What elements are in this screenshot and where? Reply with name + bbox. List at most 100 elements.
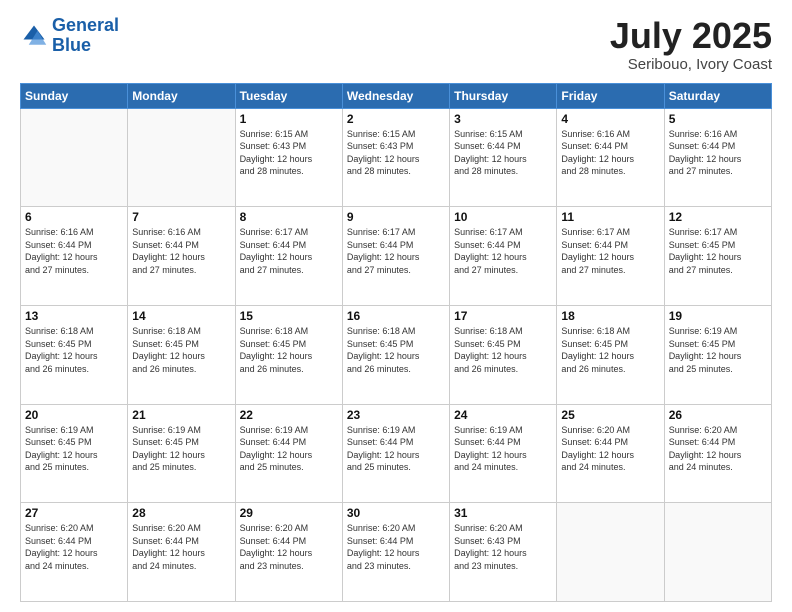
day-info: Sunrise: 6:17 AM Sunset: 6:44 PM Dayligh… [347,226,445,276]
calendar-header-monday: Monday [128,83,235,108]
calendar-cell: 26 Sunrise: 6:20 AM Sunset: 6:44 PM Dayli… [664,404,771,503]
calendar-header-friday: Friday [557,83,664,108]
day-info: Sunrise: 6:16 AM Sunset: 6:44 PM Dayligh… [25,226,123,276]
day-info: Sunrise: 6:16 AM Sunset: 6:44 PM Dayligh… [561,128,659,178]
calendar-header-wednesday: Wednesday [342,83,449,108]
calendar-cell: 9 Sunrise: 6:17 AM Sunset: 6:44 PM Daylig… [342,207,449,306]
calendar-cell: 23 Sunrise: 6:19 AM Sunset: 6:44 PM Dayli… [342,404,449,503]
calendar-cell: 22Sunrise: 6:19 AM Sunset: 6:44 PM Dayli… [235,404,342,503]
day-number: 13 [25,309,123,323]
day-number: 3 [454,112,552,126]
day-info: Sunrise: 6:17 AM Sunset: 6:44 PM Dayligh… [561,226,659,276]
calendar-week-row: 20Sunrise: 6:19 AM Sunset: 6:45 PM Dayli… [21,404,772,503]
calendar-cell: 24Sunrise: 6:19 AM Sunset: 6:44 PM Dayli… [450,404,557,503]
day-info: Sunrise: 6:18 AM Sunset: 6:45 PM Dayligh… [454,325,552,375]
calendar-cell: 29 Sunrise: 6:20 AM Sunset: 6:44 PM Dayli… [235,503,342,602]
day-number: 23 [347,408,445,422]
calendar-cell: 18 Sunrise: 6:18 AM Sunset: 6:45 PM Dayli… [557,305,664,404]
calendar-cell: 25 Sunrise: 6:20 AM Sunset: 6:44 PM Dayli… [557,404,664,503]
month-title: July 2025 [610,16,772,56]
day-number: 14 [132,309,230,323]
day-number: 25 [561,408,659,422]
logo-icon [20,22,48,50]
day-info: Sunrise: 6:19 AM Sunset: 6:44 PM Dayligh… [347,424,445,474]
day-number: 28 [132,506,230,520]
calendar-cell: 1 Sunrise: 6:15 AM Sunset: 6:43 PM Daylig… [235,108,342,207]
day-info: Sunrise: 6:20 AM Sunset: 6:44 PM Dayligh… [347,522,445,572]
day-number: 19 [669,309,767,323]
day-number: 16 [347,309,445,323]
day-info: Sunrise: 6:15 AM Sunset: 6:43 PM Dayligh… [240,128,338,178]
calendar-cell [128,108,235,207]
day-info: Sunrise: 6:20 AM Sunset: 6:43 PM Dayligh… [454,522,552,572]
day-info: Sunrise: 6:20 AM Sunset: 6:44 PM Dayligh… [561,424,659,474]
day-info: Sunrise: 6:20 AM Sunset: 6:44 PM Dayligh… [25,522,123,572]
calendar-cell: 8Sunrise: 6:17 AM Sunset: 6:44 PM Daylig… [235,207,342,306]
day-number: 2 [347,112,445,126]
calendar-week-row: 6 Sunrise: 6:16 AM Sunset: 6:44 PM Daylig… [21,207,772,306]
day-number: 1 [240,112,338,126]
calendar-cell: 4 Sunrise: 6:16 AM Sunset: 6:44 PM Daylig… [557,108,664,207]
logo-line2: Blue [52,36,119,56]
calendar-cell: 10Sunrise: 6:17 AM Sunset: 6:44 PM Dayli… [450,207,557,306]
day-number: 5 [669,112,767,126]
calendar-cell: 17 Sunrise: 6:18 AM Sunset: 6:45 PM Dayli… [450,305,557,404]
day-info: Sunrise: 6:18 AM Sunset: 6:45 PM Dayligh… [561,325,659,375]
day-number: 9 [347,210,445,224]
calendar-week-row: 1 Sunrise: 6:15 AM Sunset: 6:43 PM Daylig… [21,108,772,207]
calendar-cell: 11 Sunrise: 6:17 AM Sunset: 6:44 PM Dayli… [557,207,664,306]
calendar-cell: 13Sunrise: 6:18 AM Sunset: 6:45 PM Dayli… [21,305,128,404]
day-number: 15 [240,309,338,323]
logo-line1: General [52,16,119,36]
day-number: 31 [454,506,552,520]
day-info: Sunrise: 6:19 AM Sunset: 6:45 PM Dayligh… [669,325,767,375]
calendar-cell: 3Sunrise: 6:15 AM Sunset: 6:44 PM Daylig… [450,108,557,207]
calendar-cell [557,503,664,602]
day-number: 26 [669,408,767,422]
day-number: 21 [132,408,230,422]
day-info: Sunrise: 6:19 AM Sunset: 6:44 PM Dayligh… [240,424,338,474]
day-info: Sunrise: 6:17 AM Sunset: 6:45 PM Dayligh… [669,226,767,276]
calendar-cell: 30 Sunrise: 6:20 AM Sunset: 6:44 PM Dayli… [342,503,449,602]
header: General Blue July 2025 Seribouo, Ivory C… [20,16,772,73]
calendar-cell: 14 Sunrise: 6:18 AM Sunset: 6:45 PM Dayli… [128,305,235,404]
day-number: 27 [25,506,123,520]
day-info: Sunrise: 6:17 AM Sunset: 6:44 PM Dayligh… [454,226,552,276]
day-info: Sunrise: 6:18 AM Sunset: 6:45 PM Dayligh… [132,325,230,375]
day-info: Sunrise: 6:15 AM Sunset: 6:43 PM Dayligh… [347,128,445,178]
calendar-cell: 20Sunrise: 6:19 AM Sunset: 6:45 PM Dayli… [21,404,128,503]
calendar-cell: 27 Sunrise: 6:20 AM Sunset: 6:44 PM Dayli… [21,503,128,602]
day-number: 24 [454,408,552,422]
day-number: 11 [561,210,659,224]
day-info: Sunrise: 6:18 AM Sunset: 6:45 PM Dayligh… [240,325,338,375]
calendar-cell: 12Sunrise: 6:17 AM Sunset: 6:45 PM Dayli… [664,207,771,306]
calendar-cell: 19 Sunrise: 6:19 AM Sunset: 6:45 PM Dayli… [664,305,771,404]
calendar-cell: 6 Sunrise: 6:16 AM Sunset: 6:44 PM Daylig… [21,207,128,306]
calendar-week-row: 13 Sunrise: 6:18 AM Sunset: 6:45 PM Dayli… [21,305,772,404]
day-number: 30 [347,506,445,520]
calendar-table: SundayMondayTuesdayWednesdayThursdayFrid… [20,83,772,602]
day-number: 18 [561,309,659,323]
day-number: 29 [240,506,338,520]
calendar-cell: 28Sunrise: 6:20 AM Sunset: 6:44 PM Dayli… [128,503,235,602]
calendar-cell: 21 Sunrise: 6:19 AM Sunset: 6:45 PM Dayli… [128,404,235,503]
day-info: Sunrise: 6:16 AM Sunset: 6:44 PM Dayligh… [669,128,767,178]
day-info: Sunrise: 6:19 AM Sunset: 6:45 PM Dayligh… [132,424,230,474]
calendar-header-sunday: Sunday [21,83,128,108]
calendar-cell: 2 Sunrise: 6:15 AM Sunset: 6:43 PM Daylig… [342,108,449,207]
calendar-header-tuesday: Tuesday [235,83,342,108]
day-number: 4 [561,112,659,126]
calendar-cell: 15 Sunrise: 6:18 AM Sunset: 6:45 PM Dayli… [235,305,342,404]
title-block: July 2025 Seribouo, Ivory Coast [610,16,772,73]
day-info: Sunrise: 6:20 AM Sunset: 6:44 PM Dayligh… [669,424,767,474]
calendar-header-saturday: Saturday [664,83,771,108]
calendar-cell [21,108,128,207]
day-number: 17 [454,309,552,323]
day-info: Sunrise: 6:20 AM Sunset: 6:44 PM Dayligh… [240,522,338,572]
calendar-cell: 31 Sunrise: 6:20 AM Sunset: 6:43 PM Dayli… [450,503,557,602]
day-number: 6 [25,210,123,224]
day-info: Sunrise: 6:17 AM Sunset: 6:44 PM Dayligh… [240,226,338,276]
calendar-cell: 7Sunrise: 6:16 AM Sunset: 6:44 PM Daylig… [128,207,235,306]
day-info: Sunrise: 6:19 AM Sunset: 6:45 PM Dayligh… [25,424,123,474]
calendar-week-row: 27 Sunrise: 6:20 AM Sunset: 6:44 PM Dayli… [21,503,772,602]
